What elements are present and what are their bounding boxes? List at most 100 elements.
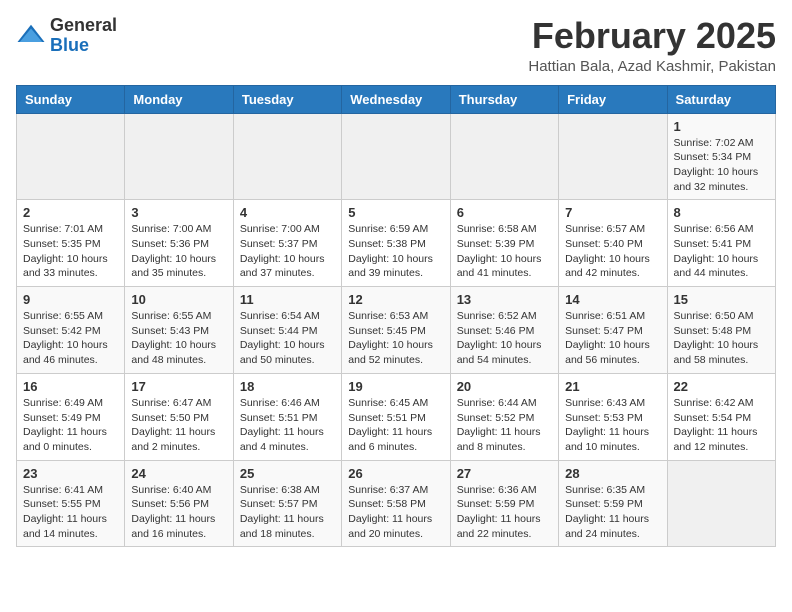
day-cell: 6Sunrise: 6:58 AM Sunset: 5:39 PM Daylig… bbox=[450, 200, 558, 287]
day-info: Sunrise: 6:45 AM Sunset: 5:51 PM Dayligh… bbox=[348, 396, 443, 455]
day-cell: 15 Sunrise: 6:50 AM Sunset: 5:48 PM Dayli… bbox=[667, 287, 775, 374]
day-cell: 14 Sunrise: 6:51 AM Sunset: 5:47 PM Dayli… bbox=[559, 287, 667, 374]
day-number: 28 bbox=[565, 466, 660, 481]
day-cell: 16 Sunrise: 6:49 AM Sunset: 5:49 PM Dayli… bbox=[17, 373, 125, 460]
day-cell bbox=[667, 460, 775, 547]
calendar-body: 1 Sunrise: 7:02 AM Sunset: 5:34 PM Daylig… bbox=[17, 113, 776, 547]
day-number: 15 bbox=[674, 292, 769, 307]
day-cell: 28 Sunrise: 6:35 AM Sunset: 5:59 PM Dayli… bbox=[559, 460, 667, 547]
day-number: 8 bbox=[674, 205, 769, 220]
day-number: 14 bbox=[565, 292, 660, 307]
day-number: 25 bbox=[240, 466, 335, 481]
week-row-3: 16 Sunrise: 6:49 AM Sunset: 5:49 PM Dayli… bbox=[17, 373, 776, 460]
day-info: Sunrise: 6:57 AM Sunset: 5:40 PM Dayligh… bbox=[565, 222, 660, 281]
day-info: Sunrise: 6:36 AM Sunset: 5:59 PM Dayligh… bbox=[457, 483, 552, 542]
day-info: Sunrise: 6:47 AM Sunset: 5:50 PM Dayligh… bbox=[131, 396, 226, 455]
day-info: Sunrise: 6:43 AM Sunset: 5:53 PM Dayligh… bbox=[565, 396, 660, 455]
day-info: Sunrise: 7:02 AM Sunset: 5:34 PM Dayligh… bbox=[674, 136, 769, 195]
logo-text: General Blue bbox=[50, 16, 117, 56]
day-info: Sunrise: 6:38 AM Sunset: 5:57 PM Dayligh… bbox=[240, 483, 335, 542]
day-info: Sunrise: 6:37 AM Sunset: 5:58 PM Dayligh… bbox=[348, 483, 443, 542]
day-cell bbox=[233, 113, 341, 200]
day-cell: 10 Sunrise: 6:55 AM Sunset: 5:43 PM Dayli… bbox=[125, 287, 233, 374]
day-cell: 22 Sunrise: 6:42 AM Sunset: 5:54 PM Dayli… bbox=[667, 373, 775, 460]
day-cell: 11 Sunrise: 6:54 AM Sunset: 5:44 PM Dayli… bbox=[233, 287, 341, 374]
day-info: Sunrise: 6:52 AM Sunset: 5:46 PM Dayligh… bbox=[457, 309, 552, 368]
week-row-2: 9Sunrise: 6:55 AM Sunset: 5:42 PM Daylig… bbox=[17, 287, 776, 374]
day-cell: 25 Sunrise: 6:38 AM Sunset: 5:57 PM Dayli… bbox=[233, 460, 341, 547]
day-cell bbox=[17, 113, 125, 200]
day-number: 2 bbox=[23, 205, 118, 220]
header-sunday: Sunday bbox=[17, 85, 125, 113]
day-cell: 23 Sunrise: 6:41 AM Sunset: 5:55 PM Dayli… bbox=[17, 460, 125, 547]
day-number: 6 bbox=[457, 205, 552, 220]
day-cell: 1 Sunrise: 7:02 AM Sunset: 5:34 PM Daylig… bbox=[667, 113, 775, 200]
week-row-4: 23 Sunrise: 6:41 AM Sunset: 5:55 PM Dayli… bbox=[17, 460, 776, 547]
day-info: Sunrise: 6:40 AM Sunset: 5:56 PM Dayligh… bbox=[131, 483, 226, 542]
header-friday: Friday bbox=[559, 85, 667, 113]
day-cell: 5Sunrise: 6:59 AM Sunset: 5:38 PM Daylig… bbox=[342, 200, 450, 287]
day-cell: 3Sunrise: 7:00 AM Sunset: 5:36 PM Daylig… bbox=[125, 200, 233, 287]
day-cell: 27 Sunrise: 6:36 AM Sunset: 5:59 PM Dayli… bbox=[450, 460, 558, 547]
day-cell: 2Sunrise: 7:01 AM Sunset: 5:35 PM Daylig… bbox=[17, 200, 125, 287]
header-monday: Monday bbox=[125, 85, 233, 113]
day-cell: 7Sunrise: 6:57 AM Sunset: 5:40 PM Daylig… bbox=[559, 200, 667, 287]
day-number: 11 bbox=[240, 292, 335, 307]
day-cell bbox=[125, 113, 233, 200]
day-cell: 12 Sunrise: 6:53 AM Sunset: 5:45 PM Dayli… bbox=[342, 287, 450, 374]
day-cell: 18 Sunrise: 6:46 AM Sunset: 5:51 PM Dayli… bbox=[233, 373, 341, 460]
day-cell bbox=[450, 113, 558, 200]
calendar: SundayMondayTuesdayWednesdayThursdayFrid… bbox=[16, 85, 776, 548]
header-thursday: Thursday bbox=[450, 85, 558, 113]
day-number: 10 bbox=[131, 292, 226, 307]
day-info: Sunrise: 6:56 AM Sunset: 5:41 PM Dayligh… bbox=[674, 222, 769, 281]
day-cell: 21 Sunrise: 6:43 AM Sunset: 5:53 PM Dayli… bbox=[559, 373, 667, 460]
day-info: Sunrise: 6:42 AM Sunset: 5:54 PM Dayligh… bbox=[674, 396, 769, 455]
day-cell: 13 Sunrise: 6:52 AM Sunset: 5:46 PM Dayli… bbox=[450, 287, 558, 374]
day-number: 1 bbox=[674, 119, 769, 134]
logo: General Blue bbox=[16, 16, 117, 56]
day-cell: 8 Sunrise: 6:56 AM Sunset: 5:41 PM Daylig… bbox=[667, 200, 775, 287]
day-info: Sunrise: 6:51 AM Sunset: 5:47 PM Dayligh… bbox=[565, 309, 660, 368]
day-info: Sunrise: 6:46 AM Sunset: 5:51 PM Dayligh… bbox=[240, 396, 335, 455]
header-wednesday: Wednesday bbox=[342, 85, 450, 113]
day-number: 22 bbox=[674, 379, 769, 394]
day-info: Sunrise: 6:59 AM Sunset: 5:38 PM Dayligh… bbox=[348, 222, 443, 281]
day-number: 21 bbox=[565, 379, 660, 394]
day-number: 12 bbox=[348, 292, 443, 307]
day-info: Sunrise: 6:53 AM Sunset: 5:45 PM Dayligh… bbox=[348, 309, 443, 368]
logo-icon bbox=[16, 21, 46, 51]
day-number: 23 bbox=[23, 466, 118, 481]
day-number: 18 bbox=[240, 379, 335, 394]
week-row-1: 2Sunrise: 7:01 AM Sunset: 5:35 PM Daylig… bbox=[17, 200, 776, 287]
day-number: 4 bbox=[240, 205, 335, 220]
day-info: Sunrise: 6:49 AM Sunset: 5:49 PM Dayligh… bbox=[23, 396, 118, 455]
calendar-header: SundayMondayTuesdayWednesdayThursdayFrid… bbox=[17, 85, 776, 113]
day-cell: 20Sunrise: 6:44 AM Sunset: 5:52 PM Dayli… bbox=[450, 373, 558, 460]
month-year: February 2025 bbox=[528, 16, 776, 56]
day-cell: 17 Sunrise: 6:47 AM Sunset: 5:50 PM Dayli… bbox=[125, 373, 233, 460]
day-info: Sunrise: 6:54 AM Sunset: 5:44 PM Dayligh… bbox=[240, 309, 335, 368]
day-number: 9 bbox=[23, 292, 118, 307]
day-info: Sunrise: 6:55 AM Sunset: 5:43 PM Dayligh… bbox=[131, 309, 226, 368]
day-number: 27 bbox=[457, 466, 552, 481]
day-info: Sunrise: 7:00 AM Sunset: 5:36 PM Dayligh… bbox=[131, 222, 226, 281]
day-info: Sunrise: 7:00 AM Sunset: 5:37 PM Dayligh… bbox=[240, 222, 335, 281]
title-block: February 2025 Hattian Bala, Azad Kashmir… bbox=[528, 16, 776, 75]
day-number: 24 bbox=[131, 466, 226, 481]
page-header: General Blue February 2025 Hattian Bala,… bbox=[16, 16, 776, 75]
week-row-0: 1 Sunrise: 7:02 AM Sunset: 5:34 PM Daylig… bbox=[17, 113, 776, 200]
day-info: Sunrise: 6:41 AM Sunset: 5:55 PM Dayligh… bbox=[23, 483, 118, 542]
day-cell: 24 Sunrise: 6:40 AM Sunset: 5:56 PM Dayli… bbox=[125, 460, 233, 547]
location: Hattian Bala, Azad Kashmir, Pakistan bbox=[528, 58, 776, 75]
day-number: 19 bbox=[348, 379, 443, 394]
day-number: 16 bbox=[23, 379, 118, 394]
day-number: 13 bbox=[457, 292, 552, 307]
day-number: 17 bbox=[131, 379, 226, 394]
day-cell: 26 Sunrise: 6:37 AM Sunset: 5:58 PM Dayli… bbox=[342, 460, 450, 547]
day-info: Sunrise: 6:35 AM Sunset: 5:59 PM Dayligh… bbox=[565, 483, 660, 542]
day-cell: 9Sunrise: 6:55 AM Sunset: 5:42 PM Daylig… bbox=[17, 287, 125, 374]
day-number: 26 bbox=[348, 466, 443, 481]
day-info: Sunrise: 6:44 AM Sunset: 5:52 PM Dayligh… bbox=[457, 396, 552, 455]
day-info: Sunrise: 6:50 AM Sunset: 5:48 PM Dayligh… bbox=[674, 309, 769, 368]
